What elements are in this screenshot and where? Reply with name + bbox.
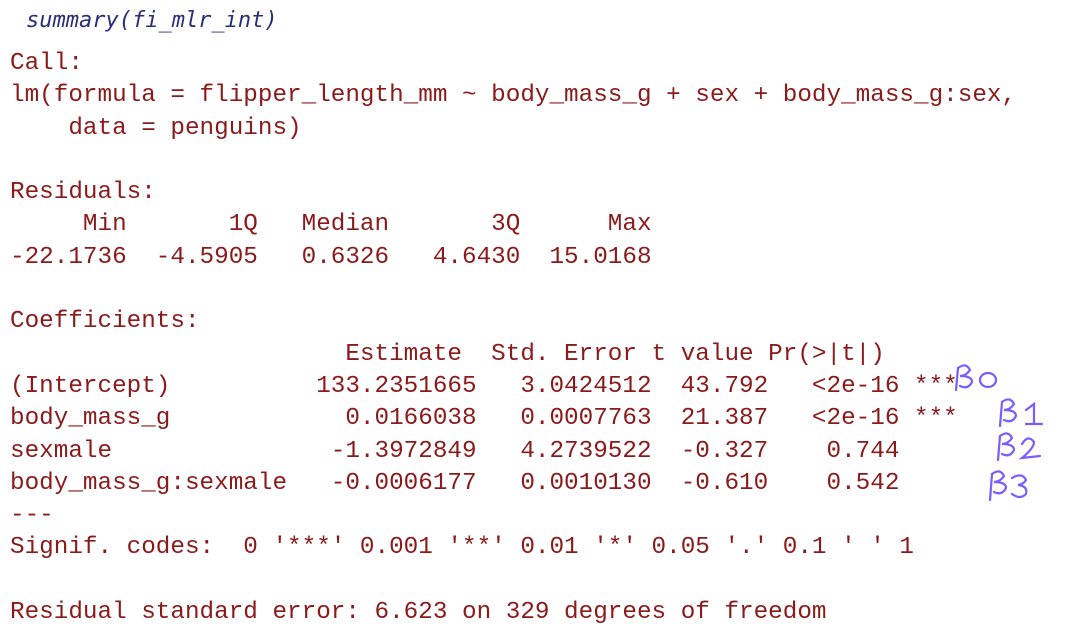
handwritten-beta-0-annotation (952, 362, 1012, 398)
residuals-values: -22.1736 -4.5905 0.6326 4.6430 15.0168 (10, 243, 652, 271)
separator: --- (10, 502, 54, 530)
coef-row-body-mass: body_mass_g 0.0166038 0.0007763 21.387 <… (10, 405, 958, 433)
handwritten-beta-3-icon (988, 470, 1028, 502)
call-header: Call: (10, 50, 83, 77)
handwritten-beta-2-icon (996, 432, 1042, 462)
handwritten-beta-0-icon (954, 364, 998, 392)
residual-standard-error: Residual standard error: 6.623 on 329 de… (10, 599, 827, 627)
handwritten-beta-2-annotation (994, 430, 1054, 468)
handwritten-beta-1-icon (998, 398, 1044, 428)
coef-row-intercept: (Intercept) 133.2351665 3.0424512 43.792… (10, 372, 958, 400)
coef-col-header: Estimate Std. Error t value Pr(>|t|) (10, 340, 885, 368)
residuals-col-header: Min 1Q Median 3Q Max (10, 211, 652, 239)
residuals-header: Residuals: (10, 179, 156, 207)
handwritten-beta-1-annotation (996, 396, 1056, 434)
summary-output: Call: lm(formula = flipper_length_mm ~ b… (10, 48, 1016, 629)
coef-row-sexmale: sexmale -1.3972849 4.2739522 -0.327 0.74… (10, 437, 900, 465)
coef-header: Coefficients: (10, 308, 200, 336)
code-command: summary(fi_mlr_int) (26, 8, 278, 33)
signif-codes: Signif. codes: 0 '***' 0.001 '**' 0.01 '… (10, 534, 914, 562)
coef-row-interaction: body_mass_g:sexmale -0.0006177 0.0010130… (10, 469, 900, 497)
handwritten-beta-3-annotation (986, 468, 1046, 508)
call-line-2: data = penguins) (10, 114, 302, 142)
call-line-1: lm(formula = flipper_length_mm ~ body_ma… (10, 82, 1017, 110)
